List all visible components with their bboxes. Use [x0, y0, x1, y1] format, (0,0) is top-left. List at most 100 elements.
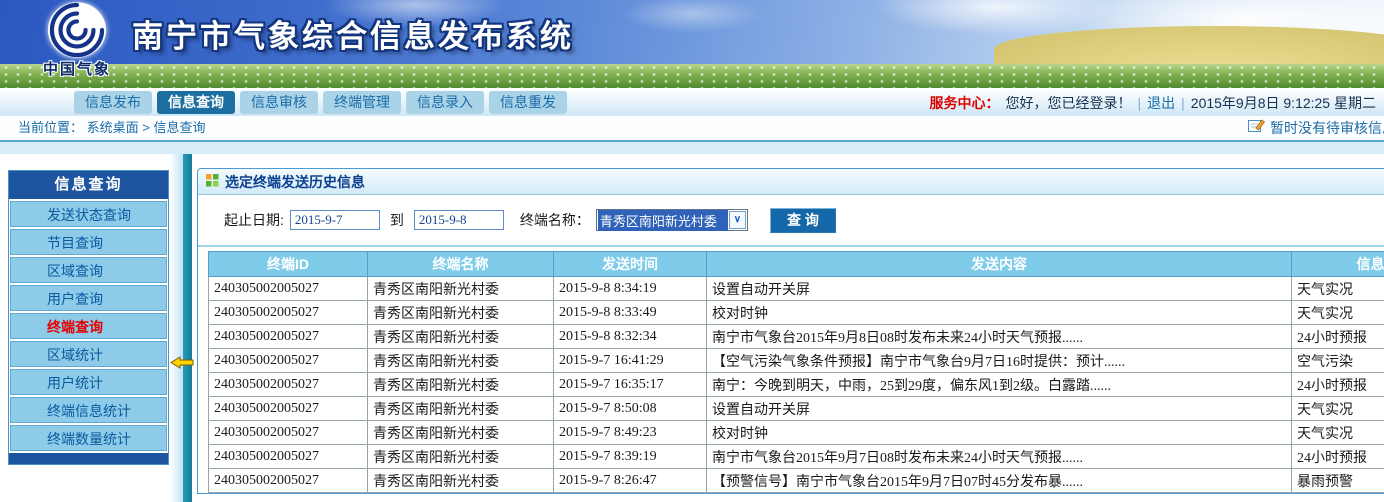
cell-info-type: 暴雨预警	[1292, 469, 1384, 493]
chevron-down-icon: ∨	[729, 211, 746, 229]
breadcrumb-home[interactable]: 系统桌面	[87, 120, 139, 135]
table-row[interactable]: 240305002005027 青秀区南阳新光村委 2015-9-8 8:33:…	[209, 301, 1384, 325]
cell-send-content: 南宁市气象台2015年9月7日08时发布未来24小时天气预报......	[707, 445, 1292, 469]
top-navbar: 信息发布 信息查询 信息审核 终端管理 信息录入 信息重发 服务中心： 您好，您…	[0, 88, 1384, 116]
date-range-label: 起止日期:	[224, 210, 284, 230]
cell-terminal-name: 青秀区南阳新光村委	[368, 421, 554, 445]
to-label: 到	[390, 210, 404, 230]
sidebar-item-user-stats[interactable]: 用户统计	[10, 369, 167, 395]
table-row[interactable]: 240305002005027 青秀区南阳新光村委 2015-9-7 8:49:…	[209, 421, 1384, 445]
history-table-wrap: 终端ID 终端名称 发送时间 发送内容 信息位 240305002005027 …	[198, 247, 1384, 493]
cell-terminal-id: 240305002005027	[209, 421, 368, 445]
table-row[interactable]: 240305002005027 青秀区南阳新光村委 2015-9-8 8:32:…	[209, 325, 1384, 349]
separator-band	[0, 140, 1384, 154]
col-send-content: 发送内容	[707, 252, 1292, 277]
tab-info-publish[interactable]: 信息发布	[74, 91, 152, 114]
date-to-input[interactable]	[414, 210, 504, 230]
cell-send-time: 2015-9-7 16:35:17	[554, 373, 707, 397]
tab-info-query[interactable]: 信息查询	[157, 91, 235, 114]
breadcrumb-separator: >	[142, 120, 150, 135]
history-panel: 选定终端发送历史信息 起止日期: 到 终端名称： 青秀区南阳新光村委 ∨ 查 询	[197, 168, 1384, 494]
banner: 中国气象 南宁市气象综合信息发布系统	[0, 0, 1384, 88]
terminal-name-label: 终端名称：	[520, 210, 590, 230]
table-row[interactable]: 240305002005027 青秀区南阳新光村委 2015-9-7 8:39:…	[209, 445, 1384, 469]
cell-send-time: 2015-9-8 8:33:49	[554, 301, 707, 325]
tab-info-entry[interactable]: 信息录入	[406, 91, 484, 114]
pending-audit-text: 暂时没有待审核信息	[1270, 116, 1384, 140]
table-row[interactable]: 240305002005027 青秀区南阳新光村委 2015-9-7 16:41…	[209, 349, 1384, 373]
cell-terminal-id: 240305002005027	[209, 373, 368, 397]
breadcrumb-label: 当前位置：	[18, 120, 83, 135]
sidebar-item-terminal-info-stats[interactable]: 终端信息统计	[10, 397, 167, 423]
sidebar-title: 信息查询	[9, 171, 168, 199]
pending-audit-note[interactable]: 暂时没有待审核信息	[1248, 116, 1384, 140]
user-status-bar: 服务中心： 您好，您已经登录！ | 退出 | 2015年9月8日 9:12:25…	[930, 93, 1377, 113]
search-button[interactable]: 查 询	[770, 208, 836, 233]
nav-tabs: 信息发布 信息查询 信息审核 终端管理 信息录入 信息重发	[74, 91, 567, 114]
cell-info-type: 24小时预报	[1292, 373, 1384, 397]
cell-terminal-name: 青秀区南阳新光村委	[368, 349, 554, 373]
cell-send-time: 2015-9-7 16:41:29	[554, 349, 707, 373]
cell-terminal-id: 240305002005027	[209, 325, 368, 349]
sidebar-item-region-query[interactable]: 区域查询	[10, 257, 167, 283]
cell-terminal-id: 240305002005027	[209, 277, 368, 301]
cell-info-type: 天气实况	[1292, 277, 1384, 301]
sidebar-item-user-query[interactable]: 用户查询	[10, 285, 167, 311]
cell-terminal-name: 青秀区南阳新光村委	[368, 469, 554, 493]
arrow-left-icon[interactable]	[170, 356, 194, 374]
cell-terminal-id: 240305002005027	[209, 301, 368, 325]
cell-send-content: 南宁：今晚到明天，中雨，25到29度，偏东风1到2级。白露踏......	[707, 373, 1292, 397]
history-table: 终端ID 终端名称 发送时间 发送内容 信息位 240305002005027 …	[208, 251, 1384, 493]
sidebar-item-region-stats[interactable]: 区域统计	[10, 341, 167, 367]
cell-send-time: 2015-9-8 8:34:19	[554, 277, 707, 301]
cell-terminal-id: 240305002005027	[209, 445, 368, 469]
cell-send-content: 设置自动开关屏	[707, 277, 1292, 301]
table-row[interactable]: 240305002005027 青秀区南阳新光村委 2015-9-7 8:26:…	[209, 469, 1384, 493]
sidebar-gap	[170, 154, 183, 502]
divider: |	[1138, 95, 1142, 111]
sidebar-item-terminal-count-stats[interactable]: 终端数量统计	[10, 425, 167, 451]
cma-logo: 中国气象	[24, 1, 130, 79]
cell-send-content: 校对时钟	[707, 301, 1292, 325]
col-terminal-id: 终端ID	[209, 252, 368, 277]
cell-send-content: 南宁市气象台2015年9月8日08时发布未来24小时天气预报......	[707, 325, 1292, 349]
cell-terminal-id: 240305002005027	[209, 469, 368, 493]
cell-send-time: 2015-9-7 8:39:19	[554, 445, 707, 469]
breadcrumb-current: 信息查询	[154, 120, 206, 135]
cell-info-type: 天气实况	[1292, 301, 1384, 325]
terminal-select[interactable]: 青秀区南阳新光村委 ∨	[596, 209, 748, 231]
cell-send-content: 【空气污染气象条件预报】南宁市气象台9月7日16时提供：预计......	[707, 349, 1292, 373]
query-form: 起止日期: 到 终端名称： 青秀区南阳新光村委 ∨ 查 询	[198, 195, 1384, 247]
table-row[interactable]: 240305002005027 青秀区南阳新光村委 2015-9-7 8:50:…	[209, 397, 1384, 421]
table-row[interactable]: 240305002005027 青秀区南阳新光村委 2015-9-8 8:34:…	[209, 277, 1384, 301]
sidebar-footer-bar	[9, 453, 168, 464]
datetime-display: 2015年9月8日 9:12:25 星期二	[1191, 93, 1376, 113]
cell-terminal-name: 青秀区南阳新光村委	[368, 397, 554, 421]
cell-send-content: 【预警信号】南宁市气象台2015年9月7日07时45分发布暴......	[707, 469, 1292, 493]
cell-terminal-id: 240305002005027	[209, 397, 368, 421]
tab-info-resend[interactable]: 信息重发	[489, 91, 567, 114]
table-row[interactable]: 240305002005027 青秀区南阳新光村委 2015-9-7 16:35…	[209, 373, 1384, 397]
sidebar-item-terminal-query[interactable]: 终端查询	[10, 313, 167, 339]
terminal-select-value: 青秀区南阳新光村委	[598, 210, 728, 231]
cell-terminal-name: 青秀区南阳新光村委	[368, 325, 554, 349]
logout-link[interactable]: 退出	[1147, 93, 1175, 113]
cell-terminal-name: 青秀区南阳新光村委	[368, 301, 554, 325]
cell-send-content: 设置自动开关屏	[707, 397, 1292, 421]
cell-info-type: 空气污染	[1292, 349, 1384, 373]
breadcrumb-row: 当前位置： 系统桌面 > 信息查询 暂时没有待审核信息	[0, 116, 1384, 140]
note-pencil-icon	[1248, 116, 1265, 140]
cell-terminal-name: 青秀区南阳新光村委	[368, 373, 554, 397]
tab-info-audit[interactable]: 信息审核	[240, 91, 318, 114]
cell-info-type: 天气实况	[1292, 397, 1384, 421]
sidebar-menu: 信息查询 发送状态查询 节目查询 区域查询 用户查询 终端查询 区域统计 用户统…	[8, 170, 169, 465]
logo-caption: 中国气象	[24, 58, 130, 79]
service-center-label: 服务中心：	[930, 93, 1000, 113]
col-info-type: 信息位	[1292, 252, 1384, 277]
sidebar-item-program-query[interactable]: 节目查询	[10, 229, 167, 255]
sidebar-item-send-status-query[interactable]: 发送状态查询	[10, 201, 167, 227]
sidebar-splitter[interactable]	[183, 154, 192, 502]
date-from-input[interactable]	[290, 210, 380, 230]
col-terminal-name: 终端名称	[368, 252, 554, 277]
tab-terminal-manage[interactable]: 终端管理	[323, 91, 401, 114]
